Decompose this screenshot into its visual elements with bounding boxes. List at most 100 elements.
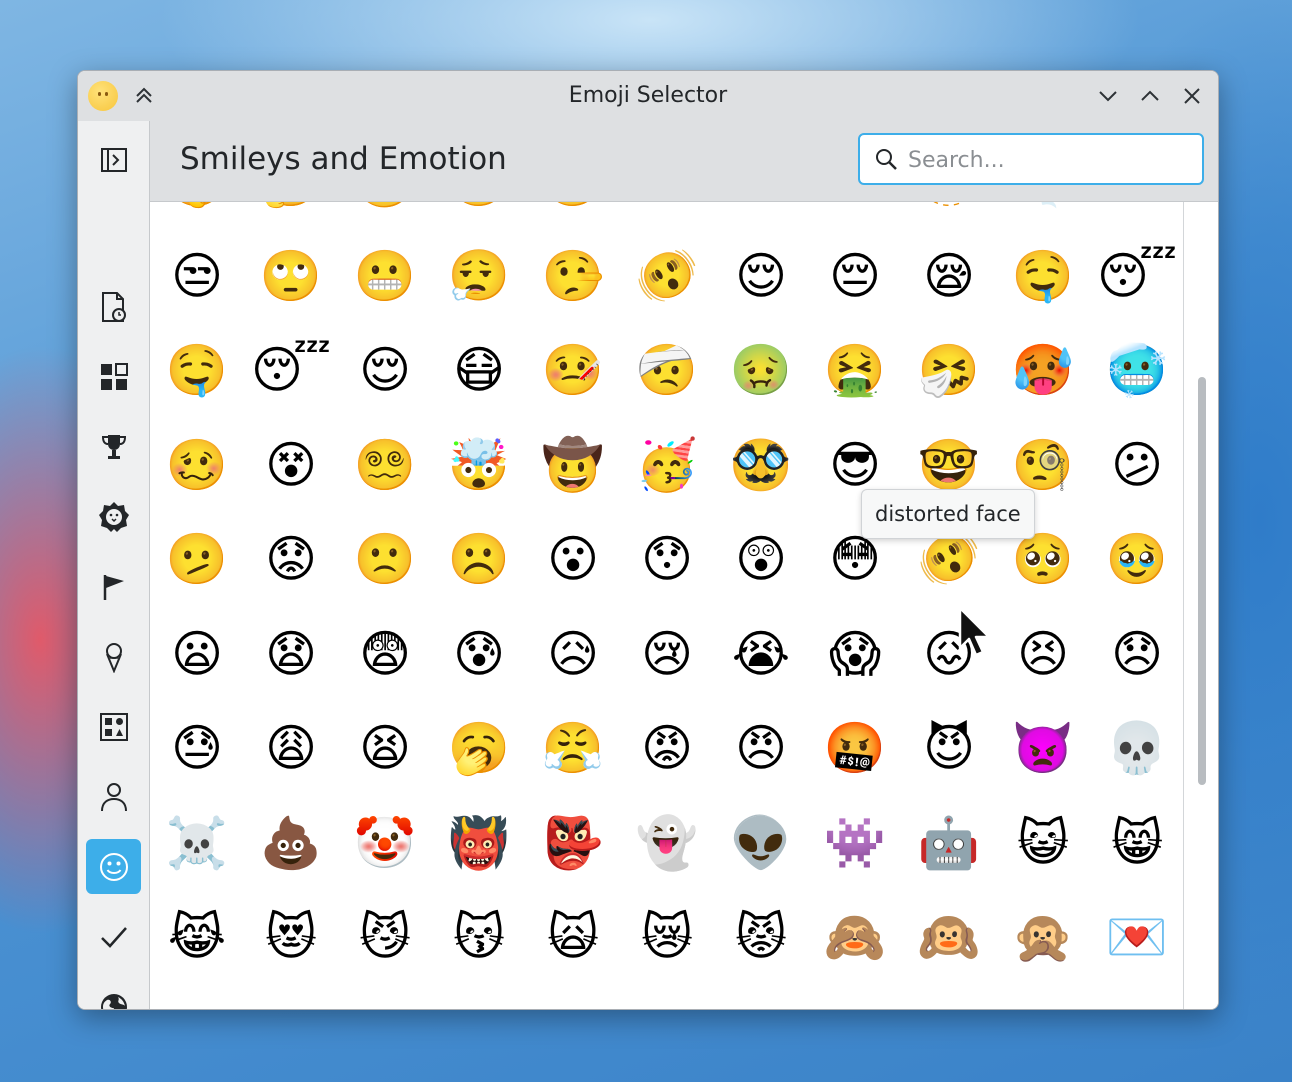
emoji-cell[interactable]: 😯 (620, 512, 714, 607)
emoji-cell[interactable]: 🙈 (808, 890, 902, 985)
emoji-cell[interactable]: 😣 (996, 607, 1090, 702)
emoji-cell[interactable]: 👽 (714, 796, 808, 891)
emoji-cell[interactable]: 😠 (714, 701, 808, 796)
emoji-cell[interactable]: 🫡 (338, 202, 432, 229)
emoji-cell[interactable]: 👻 (620, 796, 714, 891)
emoji-cell[interactable]: 😴 (244, 323, 338, 418)
emoji-cell[interactable]: 😌 (714, 229, 808, 324)
emoji-cell[interactable]: 🙉 (902, 890, 996, 985)
emoji-cell[interactable]: 👾 (808, 796, 902, 891)
emoji-cell[interactable]: 😾 (714, 890, 808, 985)
emoji-cell[interactable]: 😽 (432, 890, 526, 985)
category-travel-and-places[interactable] (86, 979, 141, 1009)
emoji-cell[interactable]: 🙀 (526, 890, 620, 985)
emoji-cell[interactable]: 👹 (432, 796, 526, 891)
emoji-cell[interactable]: 🫨 (620, 229, 714, 324)
emoji-cell[interactable]: 👺 (526, 796, 620, 891)
emoji-cell[interactable]: 😵‍💫 (338, 418, 432, 513)
close-icon[interactable] (1178, 83, 1206, 109)
emoji-cell[interactable]: 😞 (1090, 607, 1183, 702)
emoji-cell[interactable]: 😈 (902, 701, 996, 796)
emoji-cell[interactable]: ☠️ (150, 796, 244, 891)
emoji-cell[interactable]: 😼 (338, 890, 432, 985)
emoji-cell[interactable]: 🥱 (432, 701, 526, 796)
category-flags[interactable] (86, 559, 141, 614)
emoji-cell[interactable]: 😨 (338, 607, 432, 702)
emoji-cell[interactable]: 🤬 (808, 701, 902, 796)
emoji-cell[interactable]: 😤 (526, 701, 620, 796)
emoji-cell[interactable]: 💩 (244, 796, 338, 891)
emoji-cell[interactable]: 🥶 (1090, 323, 1183, 418)
emoji-cell[interactable]: 💀 (1090, 701, 1183, 796)
emoji-cell[interactable]: 🤡 (338, 796, 432, 891)
emoji-cell[interactable]: 🙄 (244, 229, 338, 324)
sidebar-toggle-icon[interactable] (97, 143, 131, 177)
emoji-cell[interactable]: 😴 (1090, 229, 1183, 324)
category-objects[interactable] (86, 699, 141, 754)
emoji-cell[interactable]: 🤤 (150, 323, 244, 418)
maximize-icon[interactable] (1136, 83, 1164, 109)
emoji-cell[interactable]: 😑 (714, 202, 808, 229)
emoji-cell[interactable]: 😿 (620, 890, 714, 985)
category-all[interactable] (86, 349, 141, 404)
emoji-cell[interactable]: 😪 (902, 229, 996, 324)
emoji-cell[interactable]: 🙊 (996, 890, 1090, 985)
emoji-cell[interactable]: 🤥 (526, 229, 620, 324)
category-recent[interactable] (86, 279, 141, 334)
emoji-cell[interactable]: 🥸 (714, 418, 808, 513)
category-activities[interactable] (86, 419, 141, 474)
emoji-cell[interactable]: 😱 (808, 607, 902, 702)
emoji-cell[interactable]: 😌 (338, 323, 432, 418)
emoji-cell[interactable]: 😕 (1090, 418, 1183, 513)
emoji-cell[interactable]: 😔 (808, 229, 902, 324)
emoji-cell[interactable]: 🥹 (1090, 512, 1183, 607)
search-box[interactable] (858, 133, 1204, 185)
category-food-and-drink[interactable] (86, 629, 141, 684)
emoji-cell[interactable]: 😶‍🌫️ (996, 202, 1090, 229)
emoji-cell[interactable]: 🤤 (996, 229, 1090, 324)
emoji-cell[interactable]: 🥴 (150, 418, 244, 513)
search-input[interactable] (906, 143, 1190, 177)
category-smileys-and-emotion[interactable] (86, 839, 141, 894)
emoji-cell[interactable]: 🫥 (902, 202, 996, 229)
emoji-cell[interactable]: 😬 (338, 229, 432, 324)
emoji-cell[interactable]: 😺 (996, 796, 1090, 891)
category-animals-and-nature[interactable] (86, 489, 141, 544)
emoji-cell[interactable]: 🤯 (432, 418, 526, 513)
emoji-cell[interactable]: 😮 (526, 512, 620, 607)
emoji-cell[interactable]: 🤒 (526, 323, 620, 418)
emoji-cell[interactable]: 🤢 (714, 323, 808, 418)
minimize-icon[interactable] (1094, 83, 1122, 109)
emoji-cell[interactable]: 😭 (714, 607, 808, 702)
vertical-scrollbar[interactable] (1183, 202, 1218, 1009)
emoji-cell[interactable]: 🤠 (526, 418, 620, 513)
emoji-cell[interactable]: 😶 (808, 202, 902, 229)
emoji-cell[interactable]: 😢 (620, 607, 714, 702)
emoji-cell[interactable]: 😦 (150, 607, 244, 702)
emoji-cell[interactable]: 😸 (1090, 796, 1183, 891)
emoji-cell[interactable]: 🤕 (620, 323, 714, 418)
emoji-cell[interactable]: 🤔 (244, 202, 338, 229)
emoji-cell[interactable]: 😮‍💨 (432, 229, 526, 324)
emoji-cell[interactable]: 😓 (150, 701, 244, 796)
emoji-cell[interactable]: 😻 (244, 890, 338, 985)
emoji-cell[interactable]: 🤖 (902, 796, 996, 891)
emoji-cell[interactable]: 😥 (526, 607, 620, 702)
emoji-cell[interactable]: 😐 (620, 202, 714, 229)
emoji-cell[interactable]: ☹️ (432, 512, 526, 607)
emoji-cell[interactable]: 😧 (244, 607, 338, 702)
emoji-cell[interactable]: 😩 (244, 701, 338, 796)
emoji-cell[interactable]: 😟 (244, 512, 338, 607)
emoji-cell[interactable]: 💌 (1090, 890, 1183, 985)
emoji-cell[interactable]: 🤫 (150, 202, 244, 229)
emoji-cell[interactable]: 👿 (996, 701, 1090, 796)
emoji-cell[interactable]: 😏 (1090, 202, 1183, 229)
emoji-cell[interactable]: 🤧 (902, 323, 996, 418)
emoji-cell[interactable]: 😹 (150, 890, 244, 985)
category-people-and-body[interactable] (86, 769, 141, 824)
emoji-cell[interactable]: 😡 (620, 701, 714, 796)
emoji-cell[interactable]: 🤐 (432, 202, 526, 229)
category-symbols[interactable] (86, 909, 141, 964)
emoji-cell[interactable]: 😵 (244, 418, 338, 513)
emoji-cell[interactable]: 😫 (338, 701, 432, 796)
